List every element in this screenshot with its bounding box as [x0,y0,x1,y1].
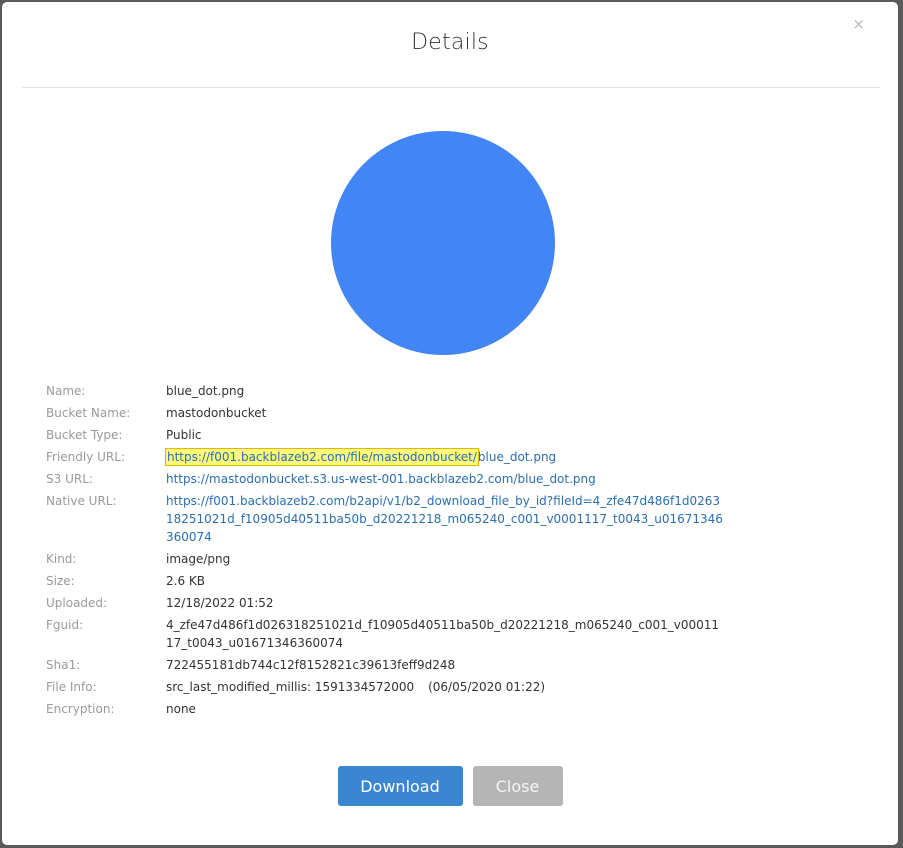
image-preview [331,131,555,355]
s3-url-label: S3 URL: [46,472,93,486]
uploaded-label: Uploaded: [46,596,108,610]
header-divider [22,87,880,88]
detail-row-fguid: Fguid: 4_zfe47d486f1d026318251021d_f1090… [46,614,726,654]
bucket-name-value: mastodonbucket [166,406,267,420]
detail-row-friendly-url: Friendly URL: https://f001.backblazeb2.c… [46,446,726,468]
size-value: 2.6 KB [166,574,205,588]
native-url-label: Native URL: [46,494,117,508]
native-url-link[interactable]: https://f001.backblazeb2.com/b2api/v1/b2… [166,490,726,548]
file-details-dialog: × Details Name: blue_dot.png Bucket Name… [2,2,898,845]
dialog-title: Details [411,30,489,55]
detail-row-sha1: Sha1: 722455181db744c12f8152821c39613fef… [46,654,726,676]
detail-row-bucket-type: Bucket Type: Public [46,424,726,446]
details-list: Name: blue_dot.png Bucket Name: mastodon… [46,380,726,720]
bucket-type-label: Bucket Type: [46,428,123,442]
sha1-label: Sha1: [46,658,81,672]
dialog-footer: Download Close [2,766,898,806]
encryption-value: none [166,702,196,716]
detail-row-file-info: File Info: src_last_modified_millis: 159… [46,676,726,698]
fguid-label: Fguid: [46,618,84,632]
friendly-url-filename: blue_dot.png [477,450,557,464]
detail-row-name: Name: blue_dot.png [46,380,726,402]
detail-row-encryption: Encryption: none [46,698,726,720]
friendly-url-highlight: https://f001.backblazeb2.com/file/mastod… [165,448,479,466]
detail-row-uploaded: Uploaded: 12/18/2022 01:52 [46,592,726,614]
detail-row-s3-url: S3 URL: https://mastodonbucket.s3.us-wes… [46,468,726,490]
file-info-date: (06/05/2020 01:22) [428,680,546,694]
name-label: Name: [46,384,86,398]
size-label: Size: [46,574,75,588]
fguid-value: 4_zfe47d486f1d026318251021d_f10905d40511… [166,618,720,650]
encryption-label: Encryption: [46,702,115,716]
file-info-millis: src_last_modified_millis: 1591334572000 [166,680,415,694]
close-button[interactable]: Close [472,766,563,806]
detail-row-size: Size: 2.6 KB [46,570,726,592]
uploaded-value: 12/18/2022 01:52 [166,596,274,610]
detail-row-kind: Kind: image/png [46,548,726,570]
detail-row-bucket-name: Bucket Name: mastodonbucket [46,402,726,424]
s3-url-link[interactable]: https://mastodonbucket.s3.us-west-001.ba… [166,468,726,490]
bucket-name-label: Bucket Name: [46,406,131,420]
detail-row-native-url: Native URL: https://f001.backblazeb2.com… [46,490,726,548]
bucket-type-value: Public [166,428,202,442]
kind-label: Kind: [46,552,77,566]
name-value: blue_dot.png [166,384,245,398]
sha1-value: 722455181db744c12f8152821c39613feff9d248 [166,658,456,672]
file-info-value: src_last_modified_millis: 1591334572000 (… [166,676,726,698]
friendly-url-link[interactable]: https://f001.backblazeb2.com/file/mastod… [165,446,726,468]
download-button[interactable]: Download [337,766,463,806]
friendly-url-label: Friendly URL: [46,450,126,464]
file-info-label: File Info: [46,680,97,694]
kind-value: image/png [166,552,231,566]
